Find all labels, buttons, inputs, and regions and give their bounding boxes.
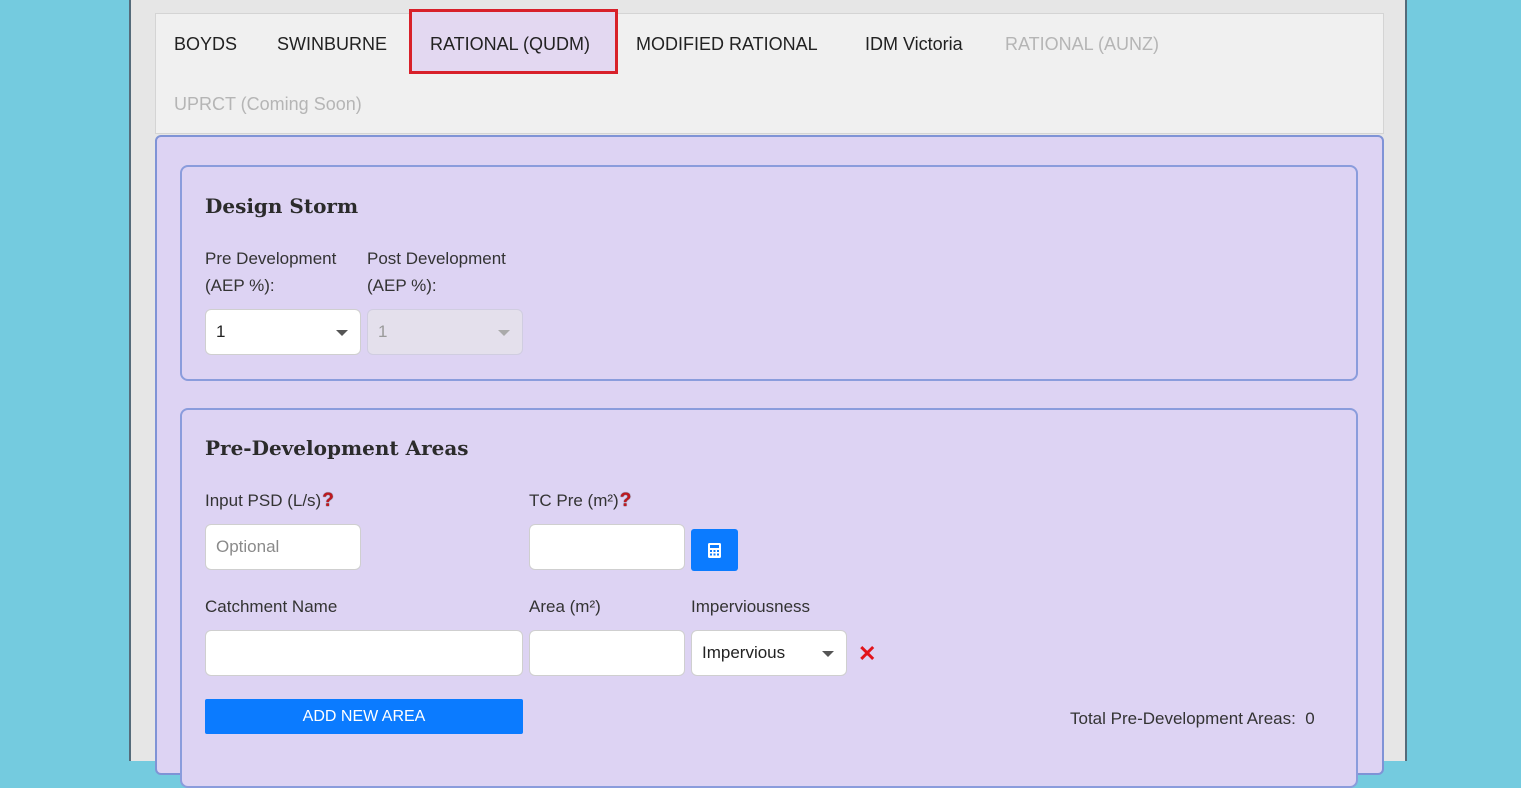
pre-development-aep-label: Pre Development (AEP %): [205, 245, 336, 299]
chevron-down-icon [336, 330, 348, 336]
imperviousness-label: Imperviousness [691, 597, 811, 616]
chevron-down-icon [498, 330, 510, 336]
calculation-method-tabs [155, 13, 1384, 134]
area-label: Area (m²) [529, 597, 601, 616]
catchment-name-label: Catchment Name [205, 597, 338, 616]
pre-development-aep-select[interactable]: 1 [205, 309, 361, 355]
imperviousness-value: Impervious [702, 643, 786, 662]
design-storm-title: Design Storm [205, 194, 359, 218]
tc-pre-label-text: TC Pre (m²) [529, 491, 619, 510]
tab-modified-rational[interactable]: MODIFIED RATIONAL [636, 33, 818, 55]
total-pre-development-areas: Total Pre-Development Areas: 0 [1070, 709, 1315, 729]
tab-idm-victoria[interactable]: IDM Victoria [865, 33, 963, 55]
tc-pre-field[interactable] [529, 524, 685, 570]
input-psd-label-text: Input PSD (L/s) [205, 491, 322, 510]
tab-rational-aunz: RATIONAL (AUNZ) [1005, 34, 1160, 54]
tab-rational-qudm[interactable]: RATIONAL (QUDM) [430, 33, 590, 55]
add-new-area-button[interactable]: ADD NEW AREA [205, 699, 523, 734]
calculator-icon [708, 543, 721, 558]
input-psd-label: Input PSD (L/s)? [205, 487, 334, 514]
post-aep-label-line2: (AEP %): [367, 276, 437, 295]
chevron-down-icon [822, 651, 834, 657]
tab-swinburne[interactable]: SWINBURNE [277, 33, 387, 55]
tab-uprct: UPRCT (Coming Soon) [174, 94, 362, 114]
help-question-icon[interactable]: ? [620, 487, 632, 514]
tc-pre-label: TC Pre (m²)? [529, 487, 631, 514]
input-psd-field[interactable] [205, 524, 361, 570]
imperviousness-select[interactable]: Impervious [691, 630, 847, 676]
help-question-icon[interactable]: ? [322, 487, 334, 514]
post-development-aep-select: 1 [367, 309, 523, 355]
post-aep-value: 1 [378, 322, 388, 341]
remove-area-icon[interactable]: ✕ [858, 642, 876, 666]
pre-aep-label-line2: (AEP %): [205, 276, 275, 295]
area-field[interactable] [529, 630, 685, 676]
total-label: Total Pre-Development Areas: [1070, 709, 1296, 728]
pre-development-areas-title: Pre-Development Areas [205, 436, 469, 460]
total-value: 0 [1305, 709, 1315, 728]
pre-aep-label-line1: Pre Development [205, 249, 337, 268]
catchment-name-field[interactable] [205, 630, 523, 676]
pre-aep-value: 1 [216, 322, 226, 341]
tab-boyds[interactable]: BOYDS [174, 33, 237, 55]
post-development-aep-label: Post Development (AEP %): [367, 245, 506, 299]
post-aep-label-line1: Post Development [367, 249, 506, 268]
calculator-button[interactable] [691, 529, 738, 571]
